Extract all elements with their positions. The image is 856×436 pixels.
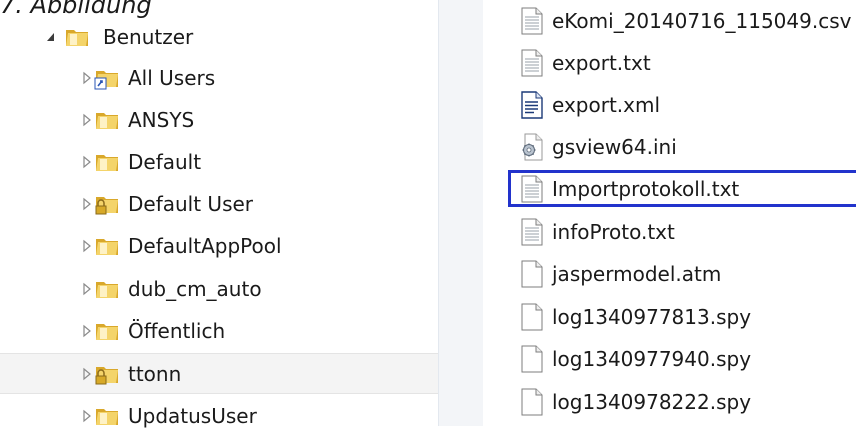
blank-file-icon	[521, 303, 543, 331]
tree-item-updatususer[interactable]: UpdatusUser	[0, 395, 438, 436]
collapsed-arrow-icon[interactable]	[82, 367, 92, 381]
tree-item-label: All Users	[128, 65, 216, 90]
collapsed-arrow-icon[interactable]	[82, 155, 92, 169]
blank-file-icon	[521, 388, 543, 416]
pane-divider[interactable]	[438, 0, 484, 426]
collapsed-arrow-icon[interactable]	[82, 409, 92, 423]
file-name: Importprotokoll.txt	[552, 177, 740, 201]
file-name: export.txt	[552, 51, 651, 75]
file-item-log1340977813-spy[interactable]: log1340977813.spy	[483, 296, 856, 338]
collapsed-arrow-icon[interactable]	[82, 324, 92, 338]
collapsed-arrow-icon[interactable]	[82, 197, 92, 211]
file-name: infoProto.txt	[552, 220, 675, 244]
text-file-icon	[521, 218, 543, 246]
file-name: eKomi_20140716_115049.csv	[552, 9, 852, 33]
file-name: export.xml	[552, 93, 661, 117]
settings-file-icon	[522, 133, 543, 161]
file-item-log1340977940-spy[interactable]: log1340977940.spy	[483, 338, 856, 380]
tree-item-label: ttonn	[128, 361, 182, 386]
tree-item-defaultapppool[interactable]: DefaultAppPool	[0, 225, 438, 266]
folder-icon	[96, 323, 118, 340]
folder-tree-pane: Benutzer All Users ANSYS Default Default…	[0, 0, 438, 428]
xml-file-icon	[521, 91, 543, 119]
file-item-log1340978222-spy[interactable]: log1340978222.spy	[483, 381, 856, 423]
file-item-gsview64-ini[interactable]: gsview64.ini	[483, 126, 856, 168]
tree-item-default-user[interactable]: Default User	[0, 183, 438, 224]
file-list-pane: eKomi_20140716_115049.csv export.txt exp…	[483, 0, 856, 426]
folder-icon	[96, 112, 118, 129]
tree-item-label: dub_cm_auto	[128, 276, 262, 301]
folder-shortcut-icon	[94, 70, 118, 89]
collapsed-arrow-icon[interactable]	[82, 282, 92, 296]
folder-icon	[96, 238, 118, 255]
tree-item-ansys[interactable]: ANSYS	[0, 99, 438, 140]
tree-item-label: Default	[128, 149, 202, 174]
collapsed-arrow-icon[interactable]	[82, 71, 92, 85]
figure-caption: 7. Abbildung	[0, 0, 152, 19]
blank-file-icon	[521, 260, 543, 288]
file-item-infoproto-txt[interactable]: infoProto.txt	[483, 211, 856, 253]
tree-item-dub-cm-auto[interactable]: dub_cm_auto	[0, 268, 438, 309]
text-file-icon	[521, 7, 543, 35]
folder-icon	[66, 29, 88, 46]
file-name: log1340977813.spy	[552, 305, 752, 329]
file-name: log1340978222.spy	[552, 390, 752, 414]
blank-file-icon	[521, 345, 543, 373]
folder-icon	[96, 281, 118, 298]
tree-item-benutzer[interactable]: Benutzer	[0, 16, 438, 57]
file-item-export-xml[interactable]: export.xml	[483, 84, 856, 126]
tree-item-default[interactable]: Default	[0, 141, 438, 182]
folder-icon	[96, 154, 118, 171]
tree-item-label: Benutzer	[103, 24, 194, 49]
tree-item-label: ANSYS	[128, 107, 195, 132]
folder-locked-icon	[95, 196, 118, 214]
folder-icon	[96, 408, 118, 425]
tree-item-label: DefaultAppPool	[128, 233, 282, 258]
collapsed-arrow-icon[interactable]	[82, 239, 92, 253]
tree-item-ttonn[interactable]: ttonn	[0, 353, 438, 394]
file-name: jaspermodel.atm	[552, 262, 722, 286]
collapsed-arrow-icon[interactable]	[82, 113, 92, 127]
tree-item-label: Öffentlich	[128, 318, 226, 343]
tree-item-label: UpdatusUser	[128, 403, 257, 428]
file-item-jaspermodel-atm[interactable]: jaspermodel.atm	[483, 253, 856, 295]
file-item-export-txt[interactable]: export.txt	[483, 42, 856, 84]
text-file-icon	[521, 175, 543, 203]
expanded-arrow-icon[interactable]	[45, 30, 55, 44]
file-item-importprotokoll-txt[interactable]: Importprotokoll.txt	[483, 168, 856, 210]
tree-item-oeffentlich[interactable]: Öffentlich	[0, 310, 438, 351]
file-name: log1340977940.spy	[552, 347, 752, 371]
tree-item-label: Default User	[128, 191, 254, 216]
text-file-icon	[521, 49, 543, 77]
folder-locked-icon	[95, 366, 118, 384]
tree-item-all-users[interactable]: All Users	[0, 57, 438, 98]
file-item-ekomi-csv[interactable]: eKomi_20140716_115049.csv	[483, 0, 856, 42]
file-name: gsview64.ini	[552, 135, 677, 159]
